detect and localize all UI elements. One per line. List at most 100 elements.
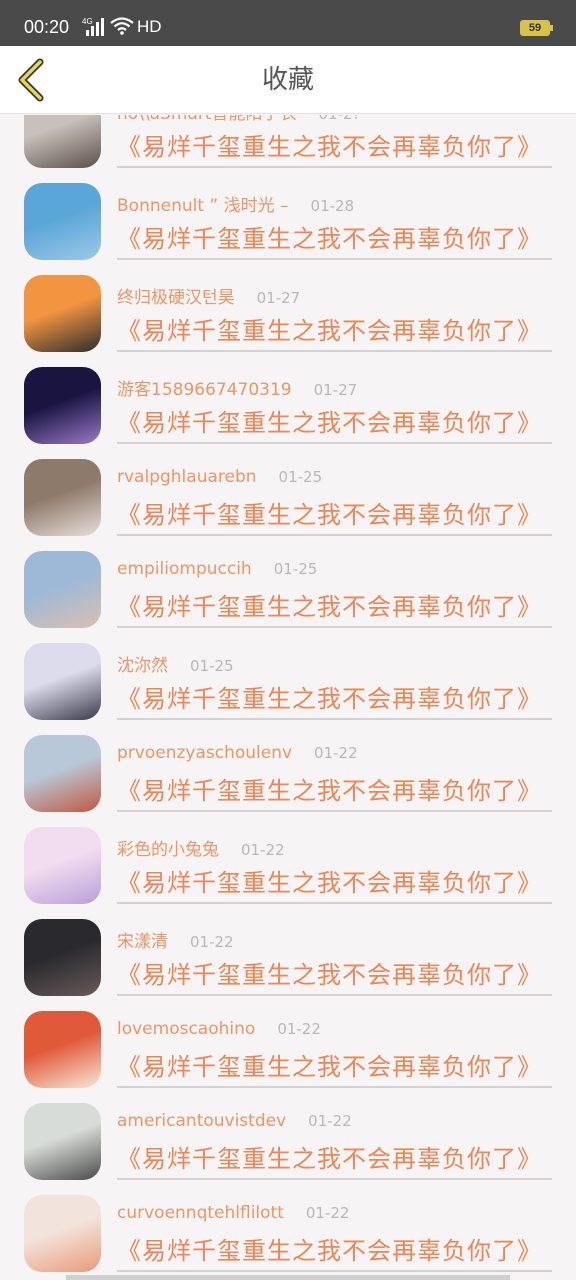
scroll-indicator [66,1275,510,1280]
page-title: 收藏 [261,65,314,95]
story-title-link[interactable]: 《易烊千玺重生之我不会再辜负你了》 [117,1139,542,1174]
avatar[interactable] [24,1195,101,1272]
divider [117,1270,552,1272]
story-title-link[interactable]: 《易烊千玺重生之我不会再辜负你了》 [117,495,542,530]
avatar[interactable] [24,275,101,352]
username-text: 终归极硬汉턴昊 [117,288,235,308]
list-item[interactable]: 沈沵然 01-25 《易烊千玺重生之我不会再辜负你了》 [0,643,576,735]
story-title-link[interactable]: 《易烊千玺重生之我不会再辜负你了》 [117,311,542,346]
username-text: 彩色的小兔兔 [117,840,219,860]
username-text: 沈沵然 [117,656,168,676]
username-text: Bonnenult ” 浅时光 – [117,196,289,216]
story-title-link[interactable]: 《易烊千玺重生之我不会再辜负你了》 [117,219,542,254]
avatar[interactable] [24,459,101,536]
item-date: 01-25 [278,468,323,486]
story-title-link[interactable]: 《易烊千玺重生之我不会再辜负你了》 [117,403,542,438]
username-text: prvoenzyaschoulenv [117,743,293,763]
story-title-link[interactable]: 《易烊千玺重生之我不会再辜负你了》 [117,1231,542,1266]
username-text: lovemoscaohino [117,1019,256,1039]
avatar[interactable] [24,183,101,260]
story-title-link[interactable]: 《易烊千玺重生之我不会再辜负你了》 [117,679,542,714]
username-text: curvoennqtehlflilott [117,1203,284,1223]
username: americantouvistdev 01-22 [117,1111,352,1131]
username: Bonnenult ” 浅时光 – 01-28 [117,191,354,216]
username: rvalpghlauarebn 01-25 [117,467,322,487]
story-title-link[interactable]: 《易烊千玺重生之我不会再辜负你了》 [117,863,542,898]
nav-bar: 收藏 [0,46,576,114]
username: 游客1589667470319 01-27 [117,375,357,400]
avatar[interactable] [24,115,101,168]
list-item[interactable]: no\\aSmart智能阳了衣 01-2? 《易烊千玺重生之我不会再辜负你了》 [0,115,576,183]
status-time: 00:20 [24,17,70,37]
item-date: 01-22 [305,1204,350,1222]
story-title-link[interactable]: 《易烊千玺重生之我不会再辜负你了》 [117,771,542,806]
battery-tip [550,25,553,31]
item-date: 01-27 [313,381,358,399]
story-title-link[interactable]: 《易烊千玺重生之我不会再辜负你了》 [117,1047,542,1082]
item-date: 01-22 [241,841,285,859]
avatar[interactable] [24,367,101,444]
username: 沈沵然 01-25 [117,651,234,676]
username-text: americantouvistdev [117,1111,287,1131]
item-date: 01-22 [190,933,234,951]
list-item[interactable]: 宋漾清 01-22 《易烊千玺重生之我不会再辜负你了》 [0,919,576,1011]
list-item[interactable]: curvoennqtehlflilott 01-22 《易烊千玺重生之我不会再辜负你… [0,1195,576,1280]
avatar[interactable] [24,827,101,904]
username-text: 游客1589667470319 [117,380,292,400]
item-date: 01-25 [273,560,318,578]
story-title-link[interactable]: 《易烊千玺重生之我不会再辜负你了》 [117,127,542,162]
avatar[interactable] [24,551,101,628]
avatar[interactable] [24,1011,101,1088]
divider [117,534,552,536]
divider [117,258,552,260]
avatar[interactable] [24,735,101,812]
item-date: 01-28 [310,197,355,215]
divider [117,718,552,720]
divider [117,1086,552,1088]
wifi-icon [110,17,134,35]
list-item[interactable]: Bonnenult ” 浅时光 – 01-28 《易烊千玺重生之我不会再辜负你了》 [0,183,576,275]
divider [117,442,552,444]
item-date: 01-2? [318,115,360,123]
list-item[interactable]: 游客1589667470319 01-27 《易烊千玺重生之我不会再辜负你了》 [0,367,576,459]
username: no\\aSmart智能阳了衣 01-2? [117,115,361,124]
username: 终归极硬汉턴昊 01-27 [117,283,300,308]
divider [117,350,552,352]
item-date: 01-22 [314,744,358,762]
divider [117,626,552,628]
list-item[interactable]: 终归极硬汉턴昊 01-27 《易烊千玺重生之我不会再辜负你了》 [0,275,576,367]
username: lovemoscaohino 01-22 [117,1019,321,1039]
list-item[interactable]: rvalpghlauarebn 01-25 《易烊千玺重生之我不会再辜负你了》 [0,459,576,551]
status-bar: 00:20 4G HD 59 [0,0,576,46]
hd-label: HD [137,17,162,36]
avatar[interactable] [24,643,101,720]
back-button[interactable] [14,58,50,102]
favorites-list[interactable]: no\\aSmart智能阳了衣01-2?《易烊千玺重生之我不会再辜负你了》Bon… [0,115,576,1280]
divider [117,1178,552,1180]
divider [117,166,552,168]
username-text: rvalpghlauarebn [117,467,257,487]
list-item[interactable]: 彩色的小兔兔 01-22 《易烊千玺重生之我不会再辜负你了》 [0,827,576,919]
username-text: empiliompuccih [117,559,252,579]
username: prvoenzyaschoulenv 01-22 [117,743,358,763]
item-date: 01-25 [190,657,234,675]
avatar[interactable] [24,1103,101,1180]
divider [117,902,552,904]
username: 彩色的小兔兔 01-22 [117,835,285,860]
item-date: 01-22 [308,1112,352,1130]
list-item[interactable]: prvoenzyaschoulenv 01-22 《易烊千玺重生之我不会再辜负你了》 [0,735,576,827]
signal-icon [86,18,104,36]
story-title-link[interactable]: 《易烊千玺重生之我不会再辜负你了》 [117,955,542,990]
story-title-link[interactable]: 《易烊千玺重生之我不会再辜负你了》 [117,587,542,622]
username-text: no\\aSmart智能阳了衣 [117,115,296,124]
list-item[interactable]: empiliompuccih 01-25 《易烊千玺重生之我不会再辜负你了》 [0,551,576,643]
username-text: 宋漾清 [117,932,168,952]
battery-level: 59 [528,22,542,34]
username: 宋漾清 01-22 [117,927,234,952]
divider [117,810,552,812]
list-item[interactable]: lovemoscaohino 01-22 《易烊千玺重生之我不会再辜负你了》 [0,1011,576,1103]
item-date: 01-22 [277,1020,321,1038]
username: empiliompuccih 01-25 [117,559,317,579]
avatar[interactable] [24,919,101,996]
list-item[interactable]: americantouvistdev 01-22 《易烊千玺重生之我不会再辜负你了》 [0,1103,576,1195]
